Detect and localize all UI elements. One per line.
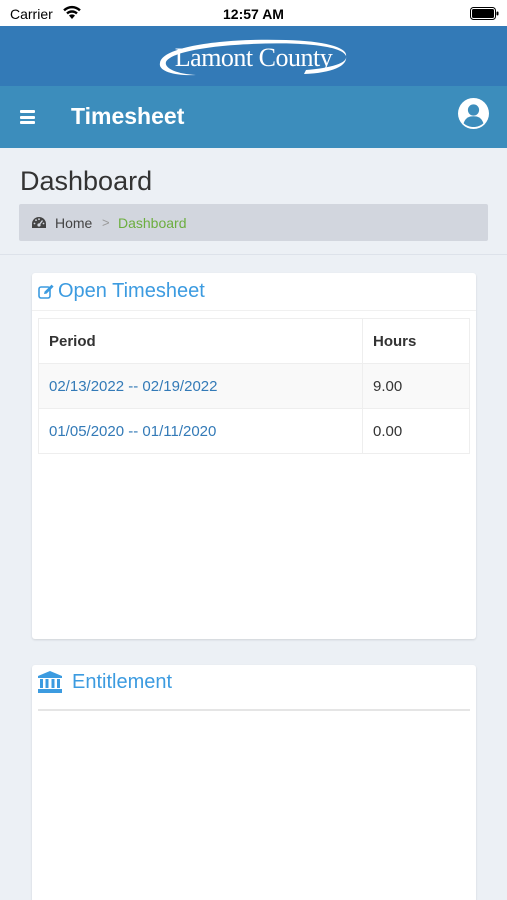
battery-icon bbox=[470, 7, 499, 20]
lamont-county-logo: Lamont County bbox=[156, 36, 351, 78]
column-header-hours: Hours bbox=[362, 318, 470, 364]
app-title: Timesheet bbox=[71, 103, 185, 129]
table-row: 02/13/2022 -- 02/19/2022 9.00 bbox=[38, 363, 470, 409]
hours-cell: 9.00 bbox=[362, 363, 470, 409]
app-toolbar: Timesheet bbox=[0, 86, 507, 148]
period-cell: 01/05/2020 -- 01/11/2020 bbox=[38, 408, 363, 454]
open-timesheet-title: Open Timesheet bbox=[58, 280, 205, 302]
open-timesheet-card: Open Timesheet Period Hours 02/13/2022 -… bbox=[32, 273, 476, 639]
entitlement-title: Entitlement bbox=[72, 671, 173, 693]
page-title: Dashboard bbox=[20, 166, 153, 196]
hamburger-menu-icon[interactable] bbox=[20, 110, 35, 124]
institution-icon bbox=[38, 671, 62, 693]
status-bar: Carrier 12:57 AM bbox=[0, 0, 507, 26]
column-header-period: Period bbox=[38, 318, 363, 364]
brand-header: Lamont County bbox=[0, 26, 507, 86]
breadcrumb: Home > Dashboard bbox=[19, 204, 488, 241]
user-circle-icon[interactable] bbox=[458, 98, 489, 129]
entitlement-card: Entitlement bbox=[32, 665, 476, 900]
period-link[interactable]: 01/05/2020 -- 01/11/2020 bbox=[49, 423, 216, 440]
period-cell: 02/13/2022 -- 02/19/2022 bbox=[38, 363, 363, 409]
breadcrumb-home-link[interactable]: Home bbox=[55, 215, 92, 231]
table-header-row: Period Hours bbox=[38, 318, 470, 364]
entitlement-divider bbox=[38, 709, 470, 711]
clock-time: 12:57 AM bbox=[223, 6, 284, 22]
dashboard-gauge-icon bbox=[32, 217, 46, 228]
open-timesheet-header: Open Timesheet bbox=[32, 273, 476, 311]
period-link[interactable]: 02/13/2022 -- 02/19/2022 bbox=[49, 378, 217, 395]
breadcrumb-separator: > bbox=[102, 215, 110, 230]
open-timesheet-table: Period Hours 02/13/2022 -- 02/19/2022 9.… bbox=[38, 318, 470, 454]
breadcrumb-current: Dashboard bbox=[118, 215, 187, 231]
hours-cell: 0.00 bbox=[362, 408, 470, 454]
table-row: 01/05/2020 -- 01/11/2020 0.00 bbox=[38, 408, 470, 454]
logo-text: Lamont County bbox=[174, 43, 333, 72]
edit-icon bbox=[38, 284, 54, 299]
content-divider bbox=[0, 254, 507, 255]
